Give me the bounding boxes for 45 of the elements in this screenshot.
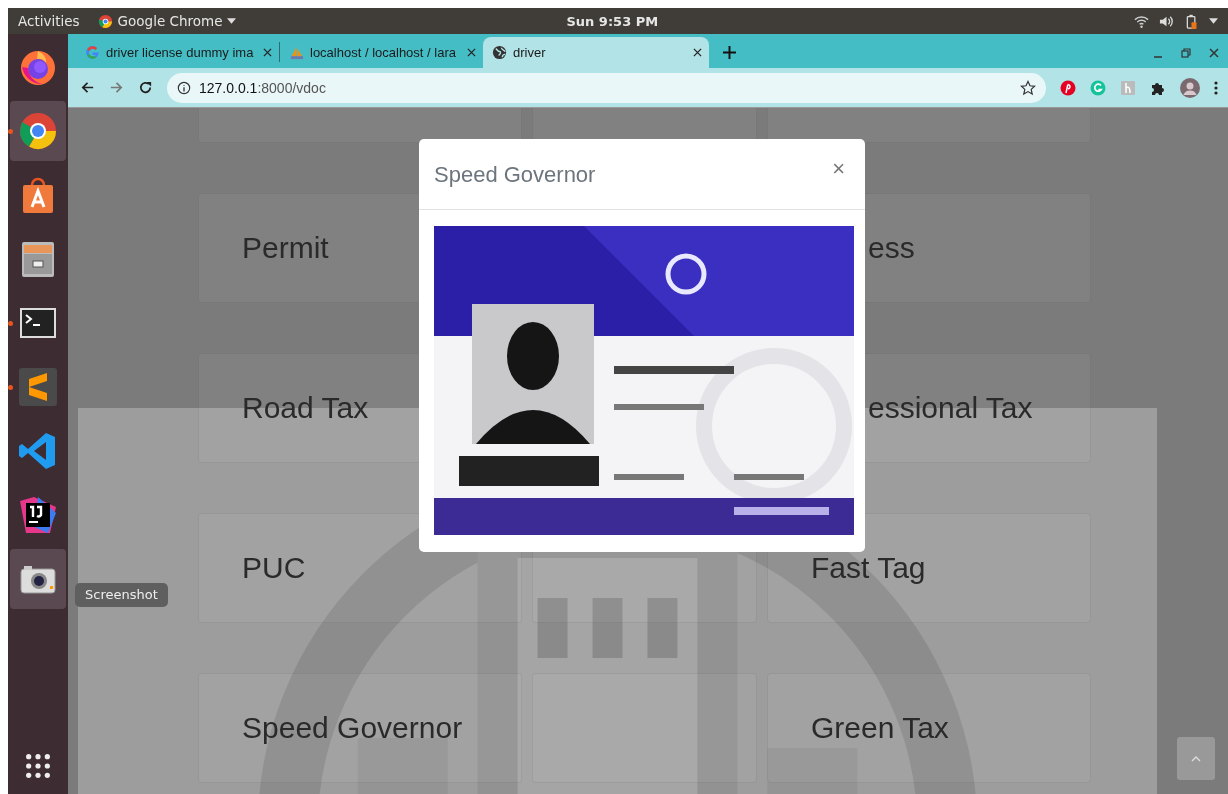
close-icon[interactable]	[1208, 47, 1220, 59]
restore-icon[interactable]	[1180, 47, 1192, 59]
pin-extension-icon[interactable]	[1060, 79, 1076, 96]
battery-icon[interactable]	[1184, 13, 1199, 29]
sailboat-icon	[289, 44, 304, 60]
back-icon[interactable]	[80, 80, 95, 95]
caret-up-icon	[1191, 755, 1201, 762]
card-title[interactable]: PUC	[198, 551, 522, 585]
card-title[interactable]: Speed Governor	[198, 711, 522, 745]
avatar-icon[interactable]	[1180, 77, 1200, 98]
browser-tab[interactable]: driver	[483, 37, 709, 68]
dock-item[interactable]	[10, 101, 66, 161]
google-icon	[85, 44, 100, 60]
url-text: 127.0.0.1:8000/vdoc	[199, 79, 326, 96]
sublime-icon	[18, 367, 58, 407]
globe-icon	[492, 45, 507, 60]
chrome-icon	[97, 13, 113, 29]
forward-icon[interactable]	[109, 80, 124, 95]
tooltip: Screenshot	[75, 583, 168, 607]
card-title[interactable]: Green Tax	[767, 711, 1091, 745]
caret-icon	[227, 18, 237, 24]
activities-button[interactable]: Activities	[18, 13, 80, 29]
browser-tab[interactable]: driver license dummy ima	[76, 37, 279, 67]
app-grid-icon[interactable]	[24, 752, 52, 780]
close-icon[interactable]	[467, 47, 476, 57]
wifi-icon[interactable]	[1134, 13, 1149, 29]
clock[interactable]: Sun 9:53 PM	[566, 13, 659, 29]
star-icon[interactable]	[1020, 79, 1036, 96]
card-title[interactable]: Fast Tag	[767, 551, 1091, 585]
info-icon	[177, 80, 191, 95]
intellij-icon	[18, 495, 58, 535]
vscode-icon	[18, 431, 58, 471]
menu-icon[interactable]	[1214, 79, 1218, 96]
close-icon[interactable]	[263, 47, 272, 57]
new-tab-icon[interactable]	[723, 46, 736, 59]
caret-icon[interactable]	[1209, 18, 1218, 24]
reload-icon[interactable]	[138, 80, 153, 95]
app-menu[interactable]: Google Chrome	[97, 13, 237, 29]
dock-item[interactable]	[10, 549, 66, 609]
chrome-icon	[18, 111, 58, 151]
address-bar[interactable]: 127.0.0.1:8000/vdoc	[167, 72, 1046, 103]
close-button[interactable]: ×	[826, 156, 851, 182]
modal-title: Speed Governor	[434, 162, 596, 188]
browser-tab[interactable]: localhost / localhost / lara	[280, 37, 483, 67]
close-icon[interactable]	[693, 48, 702, 57]
